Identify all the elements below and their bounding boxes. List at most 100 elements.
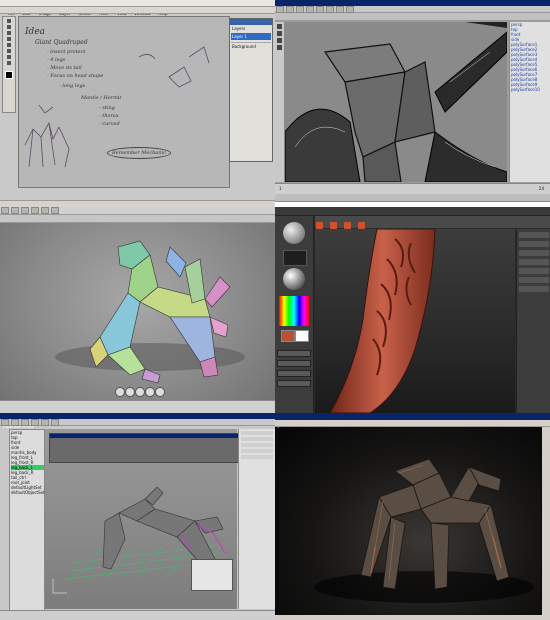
tool-icon[interactable] — [7, 43, 11, 47]
tool-palette-item[interactable] — [519, 268, 549, 274]
maya-modeling-panel: Autodesk Maya General Polygons Subdivs D… — [275, 0, 550, 207]
color-picker[interactable] — [279, 296, 309, 326]
time-slider[interactable]: 1 24 — [275, 183, 550, 194]
maya-rig-panel: Autodesk Maya persp top front side manti… — [0, 413, 275, 620]
play-button[interactable] — [135, 387, 145, 397]
mantis-colored-mesh — [55, 240, 245, 384]
tool-palette-item[interactable] — [519, 286, 549, 292]
tool-palette-item[interactable] — [519, 250, 549, 256]
outliner-item[interactable]: defaultObjectSet — [11, 490, 45, 495]
zbrush-panel: ZBrush — [275, 207, 550, 413]
tool-icon[interactable] — [7, 37, 11, 41]
toolbar-icon[interactable] — [51, 419, 59, 426]
toolbar-icon[interactable] — [41, 419, 49, 426]
channel-row[interactable] — [241, 443, 273, 447]
outliner-item[interactable]: polySurface10 — [511, 87, 550, 92]
slider-focal-shift[interactable] — [277, 370, 311, 377]
rig-time-slider[interactable] — [0, 610, 275, 620]
stroke-preview-icon[interactable] — [283, 250, 307, 266]
move-icon[interactable] — [330, 222, 338, 229]
photoshop-menubar: File Edit Image Layer Select Filter View… — [0, 0, 275, 16]
scale-tool-icon[interactable] — [277, 45, 282, 50]
tool-palette-item[interactable] — [519, 241, 549, 247]
tool-icon[interactable] — [7, 61, 11, 65]
attribute-popup[interactable] — [191, 559, 233, 591]
tool-icon[interactable] — [7, 49, 11, 53]
low-poly-model — [285, 22, 507, 182]
draw-icon[interactable] — [316, 222, 323, 229]
tool-icon[interactable] — [7, 25, 11, 29]
step-back-button[interactable] — [125, 387, 135, 397]
scale-icon[interactable] — [344, 222, 352, 229]
tool-icon[interactable] — [7, 19, 11, 23]
rotate-tool-icon[interactable] — [277, 38, 282, 43]
secondary-color-swatch[interactable] — [295, 330, 309, 342]
tool-palette-item[interactable] — [519, 232, 549, 238]
toolbar-icon[interactable] — [286, 6, 294, 13]
render-view-toolbar — [275, 420, 550, 427]
maya-viewport[interactable] — [285, 22, 507, 182]
range-slider[interactable] — [275, 194, 550, 201]
layer-row[interactable]: Layer 1 — [231, 33, 271, 40]
slider-draw-size[interactable] — [277, 360, 311, 367]
select-tool-icon[interactable] — [277, 24, 282, 29]
rendered-mantis — [314, 458, 534, 603]
tool-icon[interactable] — [7, 55, 11, 59]
creature-sketch — [24, 46, 210, 168]
layers-palette-title — [230, 19, 272, 25]
toolbar-icon[interactable] — [346, 6, 354, 13]
material-sphere-icon[interactable] — [283, 268, 305, 290]
toolbar-icon[interactable] — [296, 6, 304, 13]
outliner-panel: persp top front side polySurface1 polySu… — [509, 22, 550, 182]
toolbar-icon[interactable] — [1, 419, 9, 426]
slider-z-intensity[interactable] — [277, 350, 311, 357]
rig-viewport[interactable] — [45, 429, 241, 609]
render-view-panel: Render View — [275, 413, 550, 620]
screenshot-collage: File Edit Image Layer Select Filter View… — [0, 0, 550, 620]
render-image — [279, 427, 541, 617]
toolbar-icon[interactable] — [21, 419, 29, 426]
zbrush-canvas[interactable] — [315, 228, 515, 413]
channel-row[interactable] — [241, 437, 273, 441]
sketch-canvas[interactable]: Idea Giant Quadruped - insect protect - … — [18, 16, 230, 188]
tool-palette-item[interactable] — [519, 277, 549, 283]
photoshop-options-bar — [0, 7, 275, 14]
brush-preview-icon[interactable] — [283, 222, 305, 244]
tool-palette-item[interactable] — [519, 259, 549, 265]
render-side-strip — [542, 427, 550, 617]
viewport-statusbar — [0, 400, 275, 413]
channel-row[interactable] — [241, 431, 273, 435]
layers-tab[interactable]: Layers — [232, 26, 270, 31]
toolbar-icon[interactable] — [316, 6, 324, 13]
toolbar-icon[interactable] — [11, 419, 19, 426]
frame-start: 1 — [279, 186, 282, 191]
move-tool-icon[interactable] — [277, 31, 282, 36]
toolbar-icon[interactable] — [306, 6, 314, 13]
rotate-icon[interactable] — [358, 222, 366, 229]
tool-icon[interactable] — [7, 31, 11, 35]
status-bar — [0, 200, 275, 207]
toolbar-icon[interactable] — [276, 6, 284, 13]
frame-end: 24 — [538, 186, 544, 191]
maya-rig-status-line — [0, 419, 275, 426]
render-view-titlebar: Render View — [275, 413, 550, 429]
zbrush-menubar: ZBrush — [275, 207, 550, 223]
channel-row[interactable] — [241, 449, 273, 453]
render-info-bar — [275, 615, 550, 620]
color-swatch[interactable] — [281, 330, 295, 342]
photoshop-panel: File Edit Image Layer Select Filter View… — [0, 0, 275, 207]
maya-toolbox — [275, 22, 285, 182]
step-forward-button[interactable] — [145, 387, 155, 397]
zbrush-sliders — [275, 347, 313, 407]
foreground-color-swatch[interactable] — [5, 71, 13, 79]
fast-forward-button[interactable] — [155, 387, 165, 397]
rig-channel-box — [238, 429, 275, 609]
slider-rgb-intensity[interactable] — [277, 380, 311, 387]
rewind-button[interactable] — [115, 387, 125, 397]
rig-outliner: persp top front side mantis_body leg_fro… — [9, 429, 45, 611]
toolbar-icon[interactable] — [326, 6, 334, 13]
layer-row[interactable]: Background — [231, 42, 271, 50]
channel-row[interactable] — [241, 455, 273, 459]
toolbar-icon[interactable] — [336, 6, 344, 13]
toolbar-icon[interactable] — [31, 419, 39, 426]
